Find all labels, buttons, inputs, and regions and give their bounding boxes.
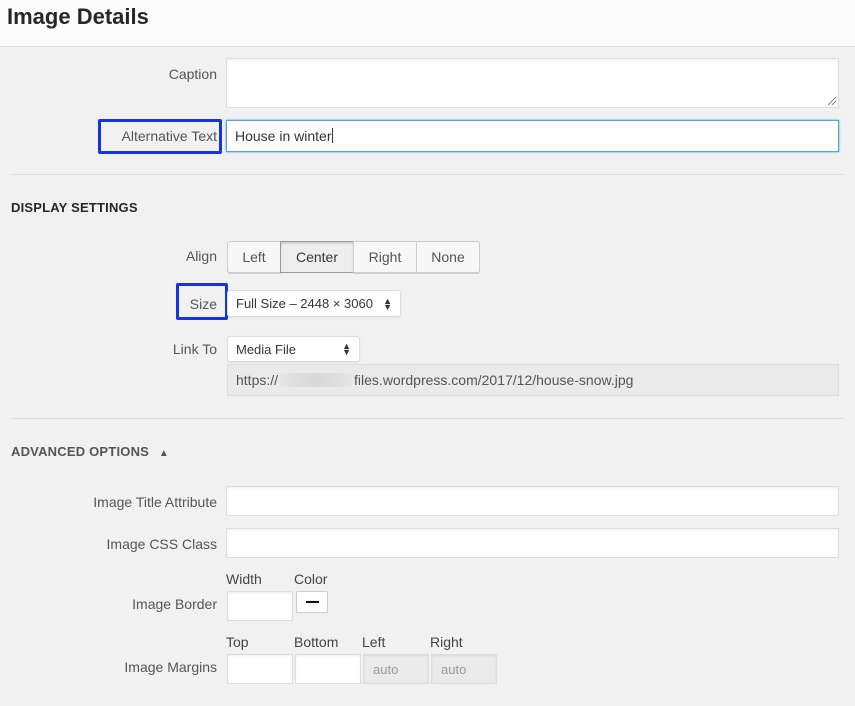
advanced-options-title: ADVANCED OPTIONS [11, 444, 150, 459]
link-to-label: Link To [172, 341, 217, 357]
border-width-input[interactable] [227, 591, 293, 621]
advanced-options-toggle[interactable]: ADVANCED OPTIONS ▲ [11, 444, 169, 459]
redacted-segment [280, 373, 353, 387]
align-left-button[interactable]: Left [227, 241, 281, 273]
link-url-field[interactable]: https:// files.wordpress.com/2017/12/hou… [227, 364, 839, 396]
color-swatch-icon [305, 601, 319, 603]
image-title-attribute-label: Image Title Attribute [93, 494, 217, 510]
caption-textarea[interactable] [226, 58, 839, 108]
margin-bottom-label: Bottom [294, 634, 339, 650]
align-center-button[interactable]: Center [280, 241, 354, 273]
align-label: Align [185, 248, 217, 264]
size-select[interactable]: Full Size – 2448 × 3060 ▲ ▼ [227, 290, 401, 317]
divider [11, 174, 844, 175]
caption-label: Caption [168, 66, 217, 82]
link-to-select-value: Media File [236, 341, 296, 357]
margin-right-input: auto [431, 654, 497, 684]
display-settings-title: DISPLAY SETTINGS [11, 200, 138, 215]
size-label: Size [189, 296, 217, 312]
alt-text-label: Alternative Text [121, 128, 217, 144]
link-to-select[interactable]: Media File ▲ ▼ [227, 336, 360, 362]
link-url-prefix: https:// [236, 372, 279, 388]
image-margins-label: Image Margins [124, 659, 217, 675]
link-url-suffix: files.wordpress.com/2017/12/house-snow.j… [354, 372, 634, 388]
image-css-class-input[interactable] [226, 528, 839, 558]
margin-bottom-input[interactable] [295, 654, 361, 684]
align-button-group: Left Center Right None [227, 241, 480, 273]
resize-grip-icon[interactable] [828, 97, 836, 105]
border-width-label: Width [226, 571, 262, 587]
alt-text-input[interactable]: House in winter [226, 120, 839, 152]
select-arrows-icon: ▲ ▼ [342, 341, 351, 357]
margin-top-input[interactable] [227, 654, 293, 684]
modal-header: Image Details [0, 0, 855, 47]
page-title: Image Details [7, 4, 149, 29]
triangle-up-icon: ▲ [158, 448, 169, 459]
margin-right-label: Right [430, 634, 463, 650]
align-none-button[interactable]: None [416, 241, 480, 273]
border-color-button[interactable] [296, 591, 328, 613]
margin-left-input: auto [363, 654, 429, 684]
image-border-label: Image Border [132, 596, 217, 612]
image-css-class-label: Image CSS Class [106, 536, 217, 552]
text-caret [331, 128, 333, 143]
size-select-value: Full Size – 2448 × 3060 [236, 296, 373, 311]
border-color-label: Color [294, 571, 328, 587]
select-arrows-icon: ▲ ▼ [383, 295, 392, 312]
margin-left-label: Left [362, 634, 386, 650]
image-title-attribute-input[interactable] [226, 486, 839, 516]
margin-top-label: Top [226, 634, 249, 650]
align-right-button[interactable]: Right [353, 241, 417, 273]
divider [11, 418, 844, 419]
alt-text-value: House in winter [235, 128, 332, 144]
